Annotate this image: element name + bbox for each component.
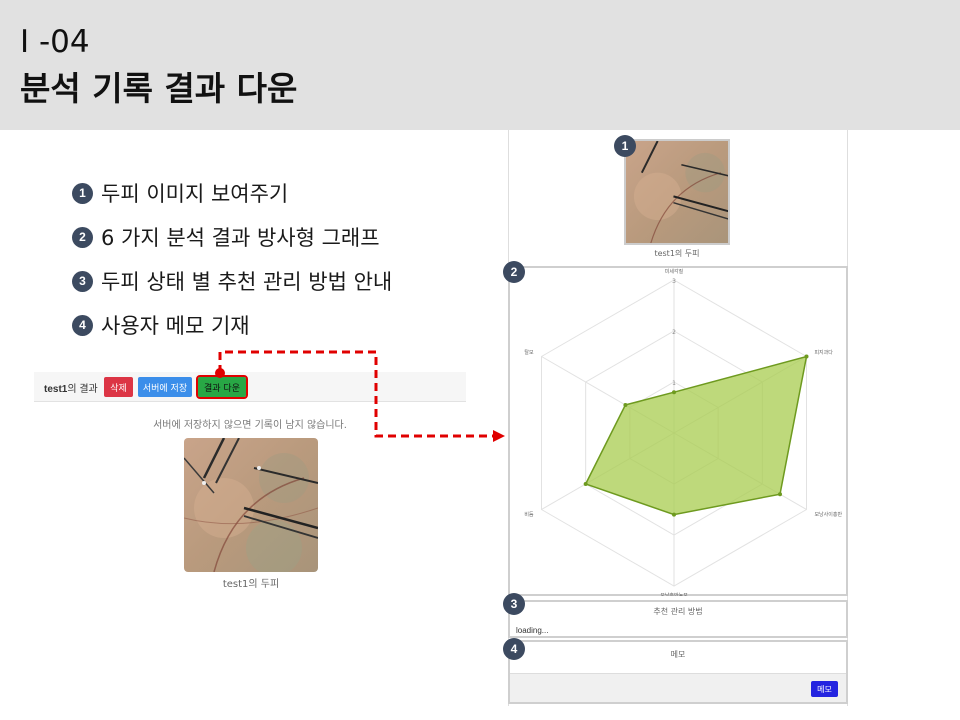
radar-data-point [583, 482, 588, 486]
scalp-caption-mobile: test1의 두피 [654, 249, 700, 258]
radar-data-point [672, 390, 676, 395]
loading-text: loading... [516, 626, 549, 635]
delete-button[interactable]: 삭제 [104, 377, 133, 397]
radar-axis-label: 탈모 [524, 349, 534, 356]
radar-data-point [778, 492, 783, 497]
number-badge: 3 [503, 593, 525, 615]
bullet-text: 6 가지 분석 결과 방사형 그래프 [101, 226, 380, 250]
result-user: test1 [44, 384, 68, 395]
caption-user: test1 [222, 579, 249, 590]
save-to-server-button[interactable]: 서버에 저장 [138, 377, 192, 397]
radar-tick-label: 1 [672, 380, 676, 387]
radar-tick-label: 2 [672, 329, 676, 336]
number-badge: 2 [503, 261, 525, 283]
bullet-item: 2 6 가지 분석 결과 방사형 그래프 [72, 222, 380, 252]
radar-tick-label: 3 [672, 278, 676, 285]
recommendation-title: 추천 관리 방법 [653, 607, 703, 616]
radar-axis-label: 미세각질 [665, 268, 684, 275]
bullet-item: 3 두피 상태 별 추천 관리 방법 안내 [72, 266, 392, 296]
number-badge: 3 [72, 270, 93, 292]
radar-chart: 1 2 3 미세각질피지과다모낭사이홍반모낭홍반농포 비듬 탈모 [524, 268, 842, 596]
bullet-item: 1 두피 이미지 보여주기 [72, 178, 288, 208]
memo-input[interactable] [510, 673, 846, 702]
radar-axis-label: 비듬 [524, 511, 534, 518]
memo-title: 메모 [670, 650, 686, 659]
scalp-caption: test1의 두피 [184, 575, 318, 590]
caption-suffix: 의 두피 [248, 579, 280, 590]
number-badge: 2 [72, 226, 93, 248]
result-title-suffix: 의 결과 [67, 384, 98, 395]
radar-axis-label: 피지과다 [814, 349, 833, 356]
scalp-image-mobile [624, 139, 730, 245]
slide-title: 분석 기록 결과 다운 [20, 69, 298, 108]
bullet-text: 사용자 메모 기재 [101, 314, 250, 338]
radar-axis-label: 모낭사이홍반 [814, 511, 842, 518]
number-badge: 1 [72, 182, 93, 204]
bullet-text: 두피 상태 별 추천 관리 방법 안내 [101, 270, 393, 294]
number-badge: 4 [72, 314, 93, 336]
number-badge: 4 [503, 638, 525, 660]
memo-button[interactable]: 메모 [811, 681, 838, 697]
radar-data-point [623, 402, 628, 407]
slide-code: I -04 [20, 24, 90, 60]
bullet-text: 두피 이미지 보여주기 [101, 182, 289, 206]
header-bar: I -04 분석 기록 결과 다운 [0, 0, 960, 130]
radar-axis-label: 모낭홍반농포 [660, 592, 688, 596]
result-title: test1의 결과 [44, 380, 98, 395]
radar-data-area [584, 355, 808, 516]
dashed-arrow [215, 350, 505, 442]
scalp-image [184, 438, 318, 572]
bullet-item: 4 사용자 메모 기재 [72, 310, 250, 340]
slide: I -04 분석 기록 결과 다운 1 두피 이미지 보여주기 2 6 가지 분… [0, 0, 960, 720]
radar-data-point [672, 512, 676, 517]
radar-data-point [804, 354, 809, 359]
number-badge: 1 [614, 135, 636, 157]
